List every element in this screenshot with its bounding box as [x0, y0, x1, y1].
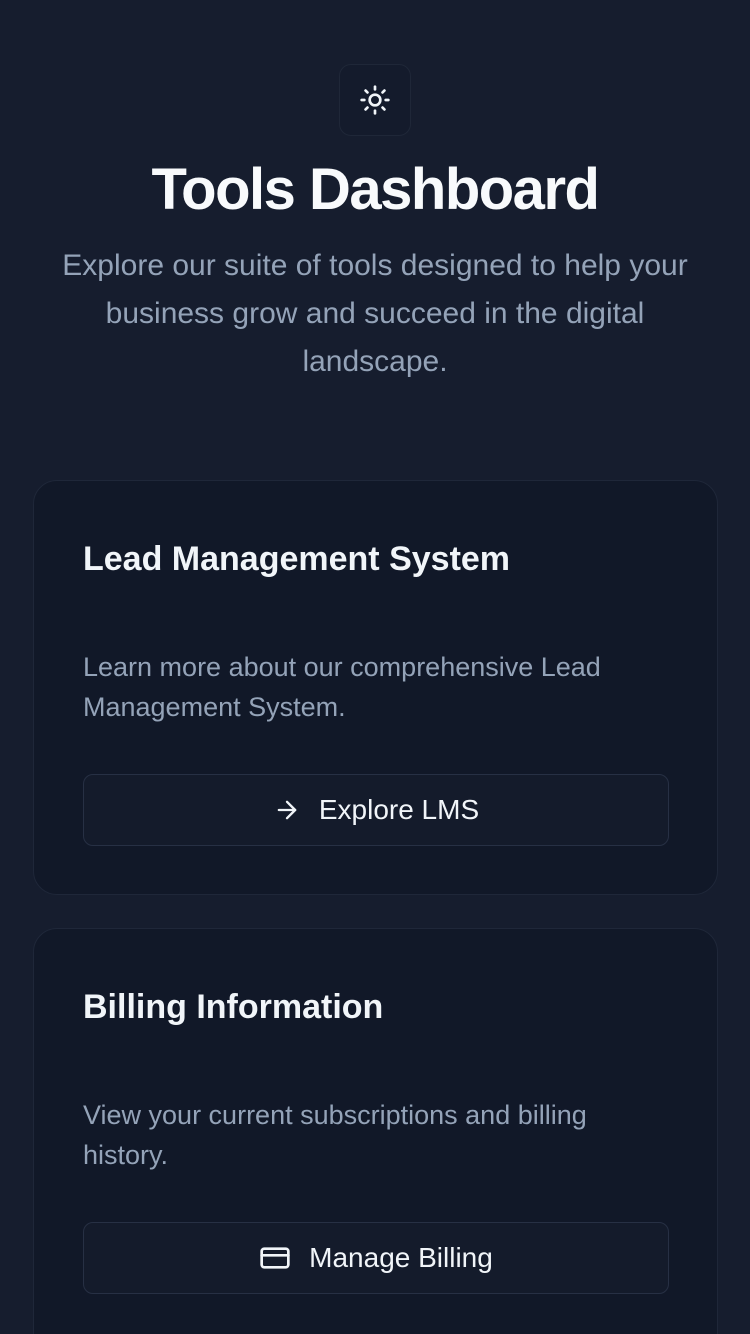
billing-card-title: Billing Information [83, 988, 384, 1026]
explore-lms-button[interactable]: Explore LMS [83, 774, 669, 846]
manage-billing-button[interactable]: Manage Billing [83, 1222, 669, 1294]
page-title: Tools Dashboard [151, 157, 600, 222]
tools-dashboard-page: Tools Dashboard Explore our suite of too… [0, 0, 750, 1334]
theme-toggle-button[interactable] [339, 64, 411, 136]
lms-card-title: Lead Management System [83, 540, 511, 578]
page-subtitle: Explore our suite of tools designed to h… [62, 249, 688, 378]
explore-lms-button-label: Explore LMS [318, 794, 480, 825]
sun-icon [359, 84, 391, 116]
lms-card: Lead Management System Learn more about … [33, 480, 718, 895]
credit-card-icon [259, 1242, 291, 1274]
billing-card: Billing Information View your current su… [33, 928, 718, 1334]
manage-billing-button-label: Manage Billing [309, 1242, 493, 1273]
arrow-right-icon [273, 796, 301, 824]
lms-card-description: Learn more about our comprehensive Lead … [83, 652, 601, 722]
billing-card-description: View your current subscriptions and bill… [83, 1100, 587, 1170]
